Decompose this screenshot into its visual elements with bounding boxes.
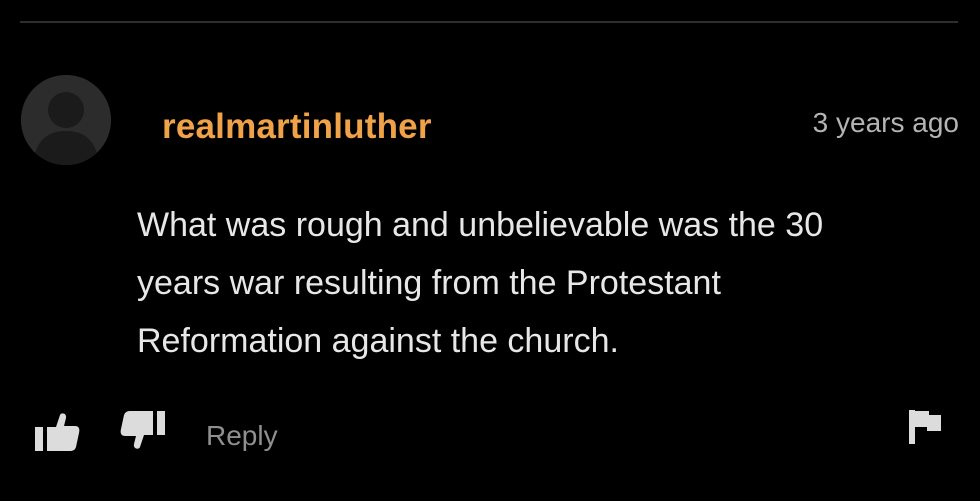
flag-button[interactable] [907,409,943,450]
comment-body-line: What was rough and unbelievable was the … [137,206,824,244]
comment-username[interactable]: realmartinluther [162,107,432,147]
flag-icon [909,410,941,444]
comment-body-line: Reformation against the church. [137,322,619,360]
thumbs-up-button[interactable] [34,412,80,457]
top-divider [20,21,958,23]
reply-button[interactable]: Reply [206,420,278,452]
avatar[interactable] [21,75,111,165]
thumbs-down-icon [120,411,165,449]
thumbs-down-button[interactable] [120,410,166,455]
comment-body: What was rough and unbelievable was the … [137,196,947,370]
comment-timestamp: 3 years ago [812,107,959,138]
default-user-icon [21,75,111,165]
comment-body-line: years war resulting from the Protestant [137,264,721,302]
thumbs-up-icon [35,413,80,451]
